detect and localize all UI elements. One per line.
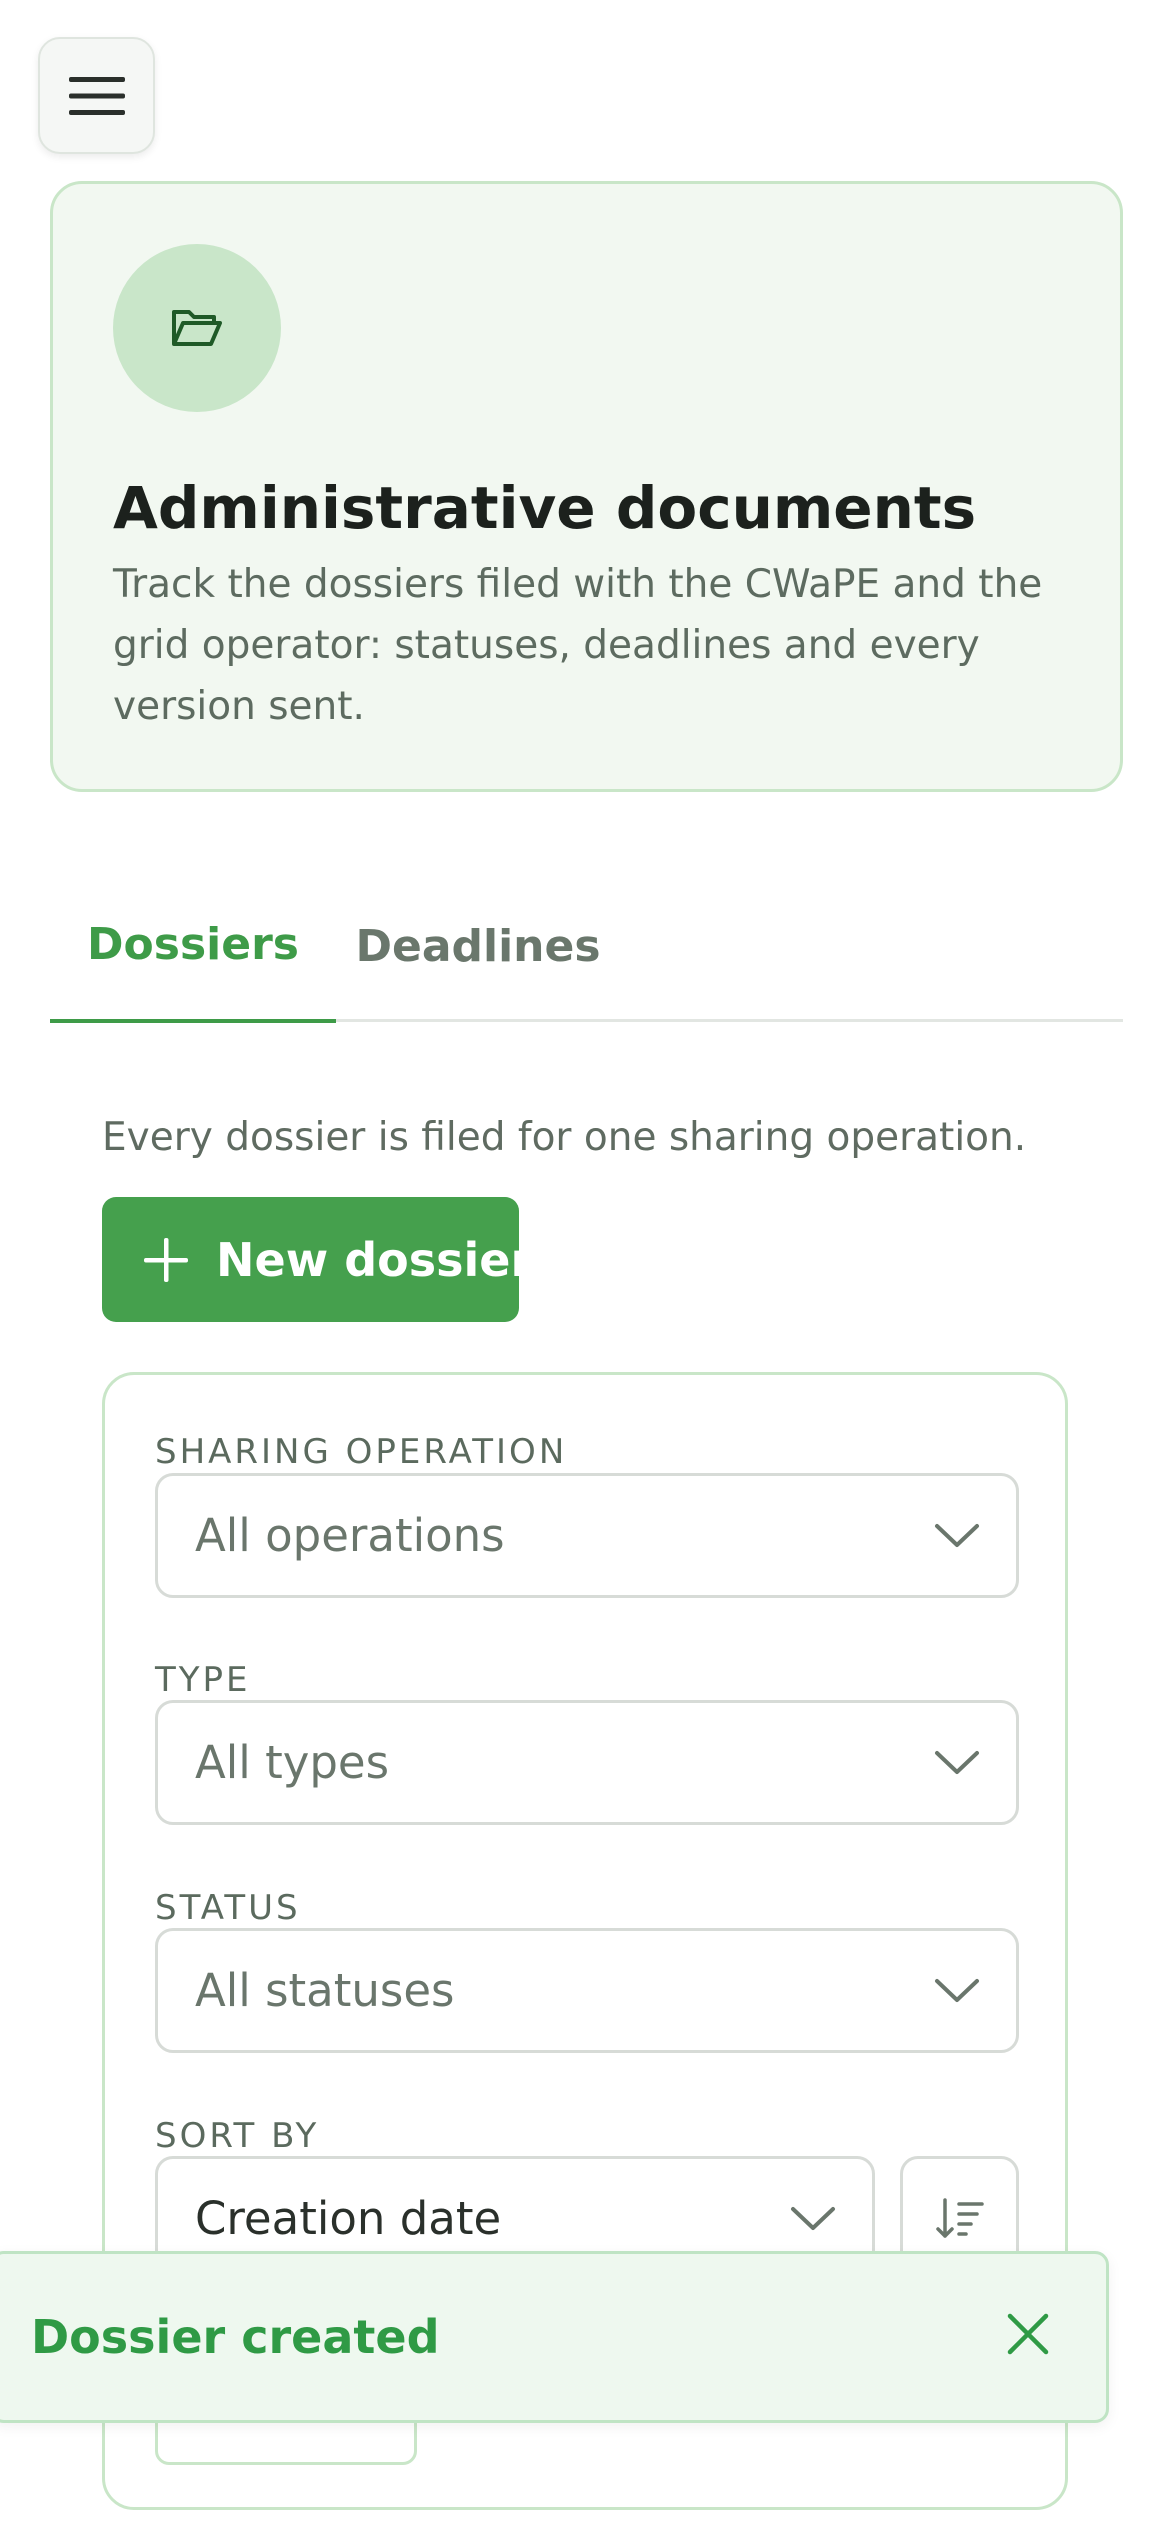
tab-deadlines[interactable]: Deadlines bbox=[336, 870, 620, 1022]
page-title: Administrative documents bbox=[113, 474, 977, 542]
toast-message: Dossier created bbox=[31, 2310, 440, 2364]
dossiers-description: Every dossier is filed for one sharing o… bbox=[102, 1115, 1027, 1160]
type-select[interactable]: All types bbox=[155, 1700, 1019, 1825]
toast-close-button[interactable] bbox=[988, 2294, 1068, 2374]
status-select[interactable]: All statuses bbox=[155, 1928, 1019, 2053]
chevron-down-icon bbox=[790, 2205, 836, 2233]
hamburger-icon bbox=[68, 76, 125, 115]
menu-button[interactable] bbox=[38, 37, 155, 154]
new-dossier-label: New dossier bbox=[216, 1232, 534, 1287]
sort-select-value: Creation date bbox=[195, 2192, 502, 2245]
type-select-value: All types bbox=[195, 1736, 390, 1789]
plus-icon bbox=[142, 1236, 190, 1284]
tab-bar: Dossiers Deadlines bbox=[50, 870, 1123, 1023]
operation-filter-label: SHARING OPERATION bbox=[155, 1432, 568, 1472]
sort-filter-label: SORT BY bbox=[155, 2116, 320, 2156]
close-icon bbox=[1007, 2313, 1049, 2355]
chevron-down-icon bbox=[934, 1749, 980, 1777]
type-filter-label: TYPE bbox=[155, 1660, 251, 1700]
operation-select-value: All operations bbox=[195, 1509, 505, 1562]
new-dossier-button[interactable]: New dossier bbox=[102, 1197, 533, 1322]
operation-select[interactable]: All operations bbox=[155, 1473, 1019, 1598]
hero-icon-circle bbox=[113, 244, 281, 412]
page-description: Track the dossiers filed with the CWaPE … bbox=[113, 562, 1043, 729]
sort-descending-icon bbox=[935, 2197, 984, 2238]
status-filter-label: STATUS bbox=[155, 1888, 301, 1928]
chevron-down-icon bbox=[934, 1522, 980, 1550]
chevron-down-icon bbox=[934, 1977, 980, 2005]
toast-notification: Dossier created bbox=[0, 2251, 1109, 2423]
folder-open-icon bbox=[172, 310, 222, 346]
hero-card: Administrative documents Track the dossi… bbox=[50, 181, 1123, 792]
status-select-value: All statuses bbox=[195, 1964, 455, 2017]
tab-dossiers[interactable]: Dossiers bbox=[50, 870, 336, 1023]
check-circle-icon bbox=[0, 2304, 13, 2376]
